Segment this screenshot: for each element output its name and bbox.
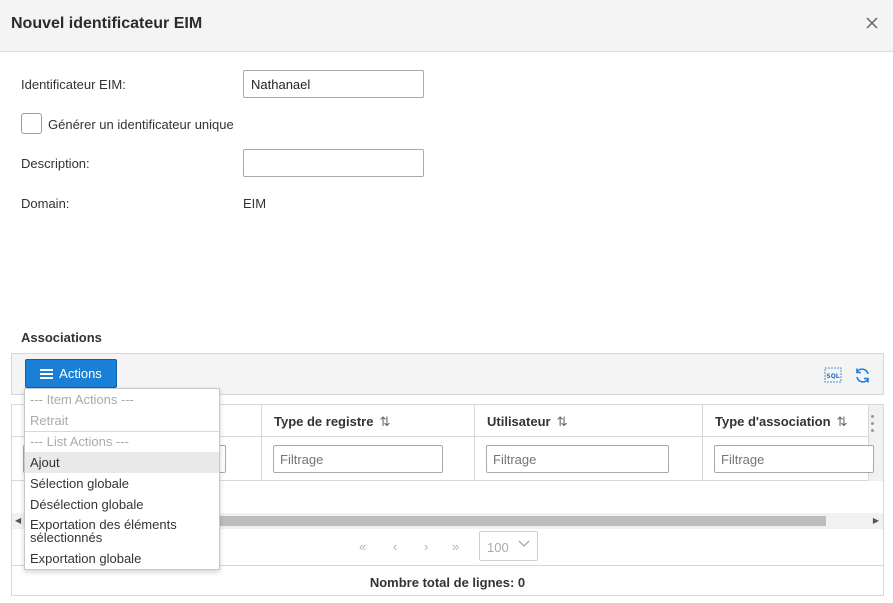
- menu-item-selection-globale[interactable]: Sélection globale: [25, 476, 219, 491]
- actions-dropdown: --- Item Actions --- Retrait --- List Ac…: [24, 388, 220, 570]
- dialog-header: Nouvel identificateur EIM: [0, 0, 893, 52]
- filter-input-utilisateur[interactable]: [486, 445, 669, 473]
- eim-label: Identificateur EIM:: [21, 77, 126, 92]
- associations-title: Associations: [21, 330, 102, 345]
- sort-icon[interactable]: ⇅: [837, 414, 848, 429]
- menu-divider: [25, 431, 219, 432]
- item-actions-header: --- Item Actions ---: [30, 392, 135, 407]
- next-page-icon[interactable]: ›: [424, 539, 428, 554]
- menu-item-deselection-globale[interactable]: Désélection globale: [25, 497, 219, 512]
- close-icon[interactable]: [863, 14, 881, 32]
- menu-icon: [40, 368, 54, 379]
- domain-value: EIM: [243, 196, 267, 211]
- scroll-right-icon[interactable]: ▶: [873, 516, 879, 525]
- prev-page-icon[interactable]: ‹: [393, 539, 397, 554]
- column-header-utilisateur[interactable]: Utilisateur ⇅: [475, 405, 703, 437]
- menu-item-label-line2: sélectionnés: [30, 530, 103, 545]
- description-label: Description:: [21, 156, 90, 171]
- filter-cell: [703, 437, 874, 481]
- sort-icon[interactable]: ⇅: [557, 414, 568, 429]
- filter-input-type-de-registre[interactable]: [273, 445, 443, 473]
- actions-button[interactable]: Actions: [25, 359, 117, 388]
- description-input[interactable]: [243, 149, 424, 177]
- filter-cell: [475, 437, 703, 481]
- eim-input[interactable]: [243, 70, 424, 98]
- column-menu-icon[interactable]: [871, 415, 875, 439]
- dialog-title: Nouvel identificateur EIM: [11, 15, 203, 32]
- refresh-icon[interactable]: [854, 367, 871, 384]
- menu-item-ajout[interactable]: Ajout: [25, 452, 219, 473]
- column-header-type-association[interactable]: Type d'association ⇅: [703, 405, 869, 437]
- menu-item-exportation-selection[interactable]: Exportation des éléments sélectionnés: [25, 518, 219, 544]
- domain-label: Domain:: [21, 196, 70, 211]
- filter-input-type-association[interactable]: [714, 445, 874, 473]
- list-actions-header: --- List Actions ---: [30, 434, 129, 449]
- column-header-type-de-registre[interactable]: Type de registre ⇅: [262, 405, 475, 437]
- chevron-down-icon: [518, 540, 530, 547]
- page-size-select[interactable]: 100: [479, 531, 538, 561]
- svg-text:SQL: SQL: [826, 373, 839, 380]
- sql-icon[interactable]: SQL: [824, 367, 842, 383]
- unique-id-label[interactable]: Générer un identificateur unique: [48, 117, 234, 132]
- last-page-icon[interactable]: »: [452, 539, 459, 554]
- unique-id-checkbox[interactable]: [21, 113, 42, 134]
- first-page-icon[interactable]: «: [359, 539, 366, 554]
- scroll-left-icon[interactable]: ◀: [15, 516, 21, 525]
- filter-cell: [262, 437, 475, 481]
- menu-item-retrait: Retrait: [30, 413, 69, 428]
- actions-label: Actions: [59, 366, 102, 381]
- menu-item-exportation-globale[interactable]: Exportation globale: [25, 551, 219, 566]
- sort-icon[interactable]: ⇅: [379, 414, 390, 429]
